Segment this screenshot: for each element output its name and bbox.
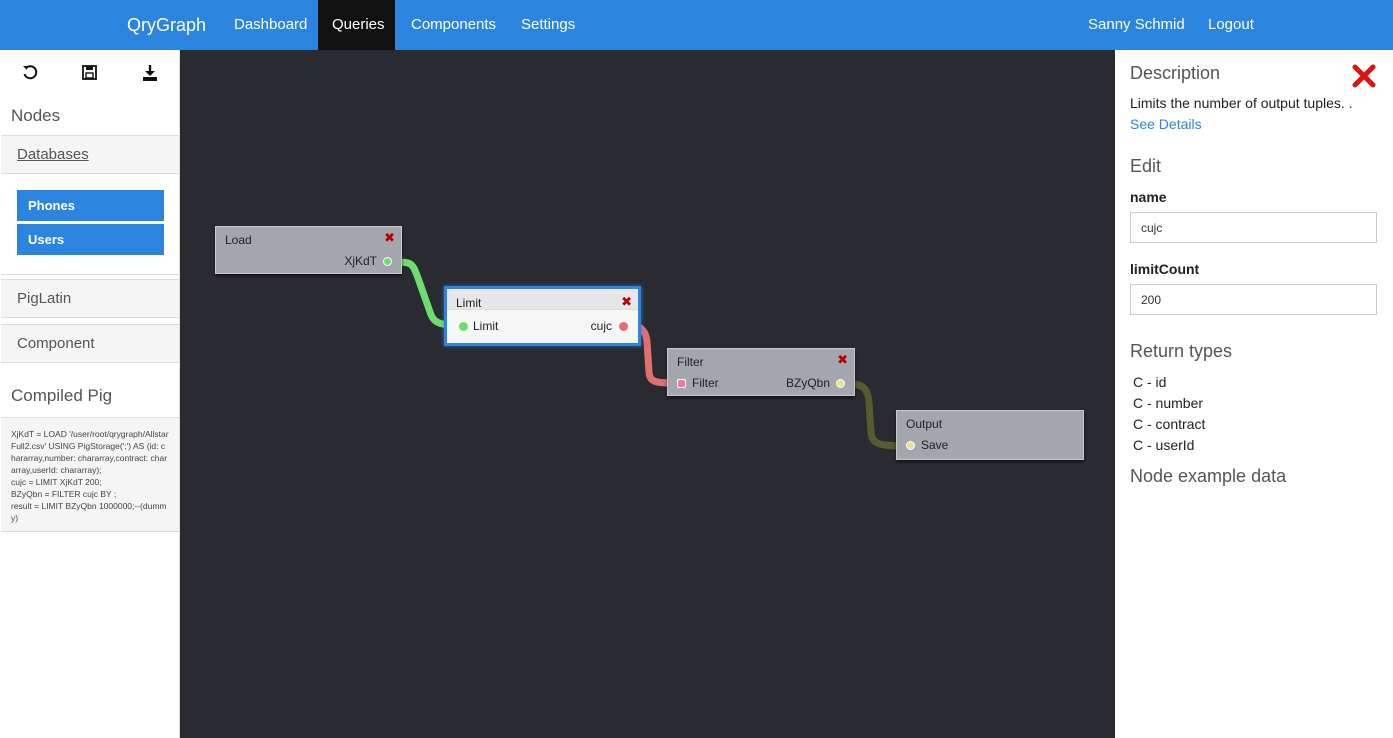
node-limit-input-port[interactable] — [459, 322, 468, 331]
compiled-pig-code: XjKdT = LOAD '/user/root/qrygraph/Allsta… — [1, 417, 179, 532]
accordion-piglatin[interactable]: PigLatin — [1, 279, 179, 318]
download-icon[interactable] — [141, 64, 159, 82]
edit-heading: Edit — [1130, 156, 1162, 176]
node-output-input-label: Save — [921, 438, 949, 452]
node-output-title: Output — [906, 417, 943, 431]
node-limit-output-label: cujc — [590, 319, 612, 333]
node-filter-output-port[interactable] — [836, 379, 845, 388]
node-filter[interactable]: Filter ✖ Filter BZyQbn — [667, 348, 855, 396]
node-limit[interactable]: Limit ✖ Limit cujc — [444, 286, 641, 346]
nav-components[interactable]: Components — [395, 0, 512, 50]
node-output-input-port[interactable] — [906, 441, 915, 450]
node-filter-title: Filter — [677, 355, 704, 369]
node-limit-input-label: Limit — [473, 319, 499, 333]
limit-count-label: limitCount — [1130, 261, 1200, 277]
description-heading: Description — [1130, 63, 1221, 83]
undo-icon[interactable] — [21, 64, 39, 82]
brand-logo[interactable]: QryGraph — [127, 0, 206, 50]
properties-panel: Description Limits the number of output … — [1115, 50, 1393, 738]
node-load-title: Load — [225, 233, 252, 247]
return-type-item: C - contract — [1133, 416, 1206, 432]
return-type-item: C - id — [1133, 374, 1167, 390]
return-types-heading: Return types — [1130, 341, 1233, 361]
limit-count-input[interactable] — [1130, 284, 1377, 315]
node-limit-title: Limit — [456, 296, 482, 310]
nav-queries[interactable]: Queries — [318, 0, 395, 50]
name-label: name — [1130, 189, 1167, 205]
top-navbar: QryGraph Dashboard Queries Components Se… — [0, 0, 1393, 50]
node-example-heading: Node example data — [1130, 466, 1287, 486]
node-load-output-label: XjKdT — [344, 254, 377, 268]
node-output[interactable]: Output Save — [896, 410, 1084, 460]
accordion-databases[interactable]: Databases — [1, 135, 179, 174]
accordion-component-label: Component — [17, 335, 95, 352]
see-details-link[interactable]: See Details — [1130, 116, 1202, 132]
description-text: Limits the number of output tuples. . — [1130, 95, 1353, 111]
node-limit-close-icon[interactable]: ✖ — [621, 294, 632, 310]
close-panel-icon[interactable] — [1352, 64, 1376, 88]
nav-dashboard[interactable]: Dashboard — [218, 0, 323, 50]
accordion-databases-label: Databases — [17, 146, 89, 163]
return-type-item: C - number — [1133, 395, 1204, 411]
node-filter-output-label: BZyQbn — [785, 376, 830, 390]
accordion-component[interactable]: Component — [1, 324, 179, 363]
name-input[interactable] — [1130, 212, 1377, 243]
compiled-pig-heading: Compiled Pig — [11, 386, 113, 405]
connection-wires — [391, 258, 909, 450]
save-icon[interactable] — [81, 64, 99, 82]
left-sidebar: Nodes Databases Phones Users PigLatin Co… — [0, 50, 180, 738]
db-phones-button[interactable]: Phones — [17, 190, 164, 221]
db-users-button[interactable]: Users — [17, 224, 164, 255]
nav-user[interactable]: Sanny Schmid — [1072, 0, 1201, 50]
node-filter-input-port[interactable] — [677, 379, 686, 388]
nav-logout[interactable]: Logout — [1192, 0, 1270, 50]
node-load-close-icon[interactable]: ✖ — [384, 230, 395, 246]
accordion-piglatin-label: PigLatin — [17, 290, 72, 307]
node-load[interactable]: Load ✖ XjKdT — [215, 226, 402, 274]
databases-list: Phones Users — [1, 175, 179, 275]
node-limit-output-port[interactable] — [619, 322, 628, 331]
node-filter-input-label: Filter — [692, 376, 719, 390]
nav-settings[interactable]: Settings — [505, 0, 591, 50]
node-filter-close-icon[interactable]: ✖ — [837, 352, 848, 368]
graph-canvas[interactable]: Load ✖ XjKdT Limit ✖ Limit cujc Filter ✖… — [180, 50, 1115, 738]
node-load-output-port[interactable] — [383, 257, 392, 266]
nodes-heading: Nodes — [11, 106, 61, 125]
return-type-item: C - userId — [1133, 437, 1195, 453]
